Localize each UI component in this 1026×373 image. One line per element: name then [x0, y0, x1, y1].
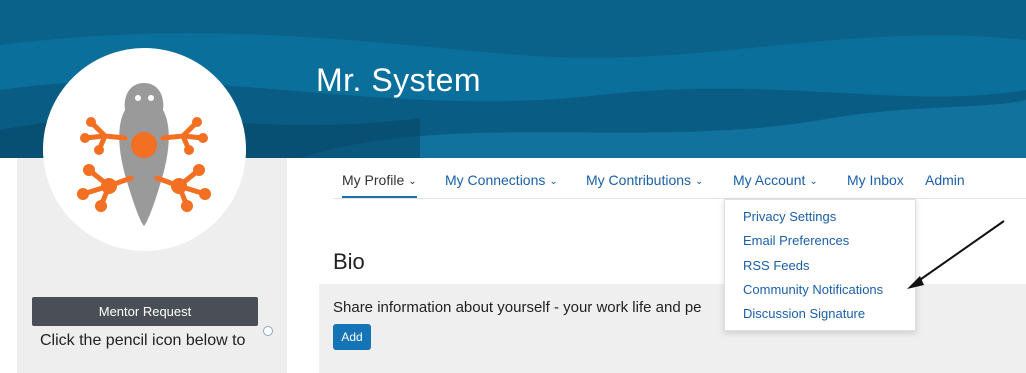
mentor-request-button[interactable]: Mentor Request — [32, 297, 258, 326]
status-radio[interactable] — [263, 326, 273, 336]
my-account-dropdown: Privacy Settings Email Preferences RSS F… — [724, 199, 916, 331]
chevron-down-icon: ⌄ — [809, 176, 818, 187]
menu-item-email-preferences[interactable]: Email Preferences — [743, 233, 849, 248]
tab-my-account[interactable]: My Account ⌄ — [733, 160, 818, 198]
tab-my-inbox[interactable]: My Inbox — [847, 160, 904, 198]
tab-label: My Contributions — [586, 172, 692, 188]
profile-avatar[interactable] — [43, 48, 246, 251]
menu-item-discussion-signature[interactable]: Discussion Signature — [743, 306, 865, 321]
tab-my-profile[interactable]: My Profile ⌄ — [342, 160, 417, 198]
bio-panel — [319, 284, 1026, 373]
chevron-down-icon: ⌄ — [549, 176, 558, 187]
frog-avatar-icon — [77, 83, 211, 226]
profile-name: Mr. System — [316, 62, 482, 98]
chevron-down-icon: ⌄ — [695, 176, 704, 187]
menu-item-rss-feeds[interactable]: RSS Feeds — [743, 258, 809, 273]
tab-label: My Connections — [445, 172, 546, 188]
tab-my-contributions[interactable]: My Contributions ⌄ — [586, 160, 703, 198]
menu-item-privacy-settings[interactable]: Privacy Settings — [743, 209, 836, 224]
pencil-instruction-text: Click the pencil icon below to — [40, 332, 246, 349]
menu-item-community-notifications[interactable]: Community Notifications — [743, 282, 883, 297]
tab-label: My Account — [733, 172, 806, 188]
chevron-down-icon: ⌄ — [408, 176, 417, 187]
tab-my-connections[interactable]: My Connections ⌄ — [445, 160, 558, 198]
add-bio-button[interactable]: Add — [333, 324, 371, 350]
tab-admin[interactable]: Admin — [925, 160, 965, 198]
bio-prompt-text: Share information about yourself - your … — [333, 299, 702, 316]
bio-heading: Bio — [333, 249, 365, 274]
tab-label: My Profile — [342, 172, 405, 188]
profile-nav: My Profile ⌄ My Connections ⌄ My Contribut… — [333, 160, 1026, 199]
